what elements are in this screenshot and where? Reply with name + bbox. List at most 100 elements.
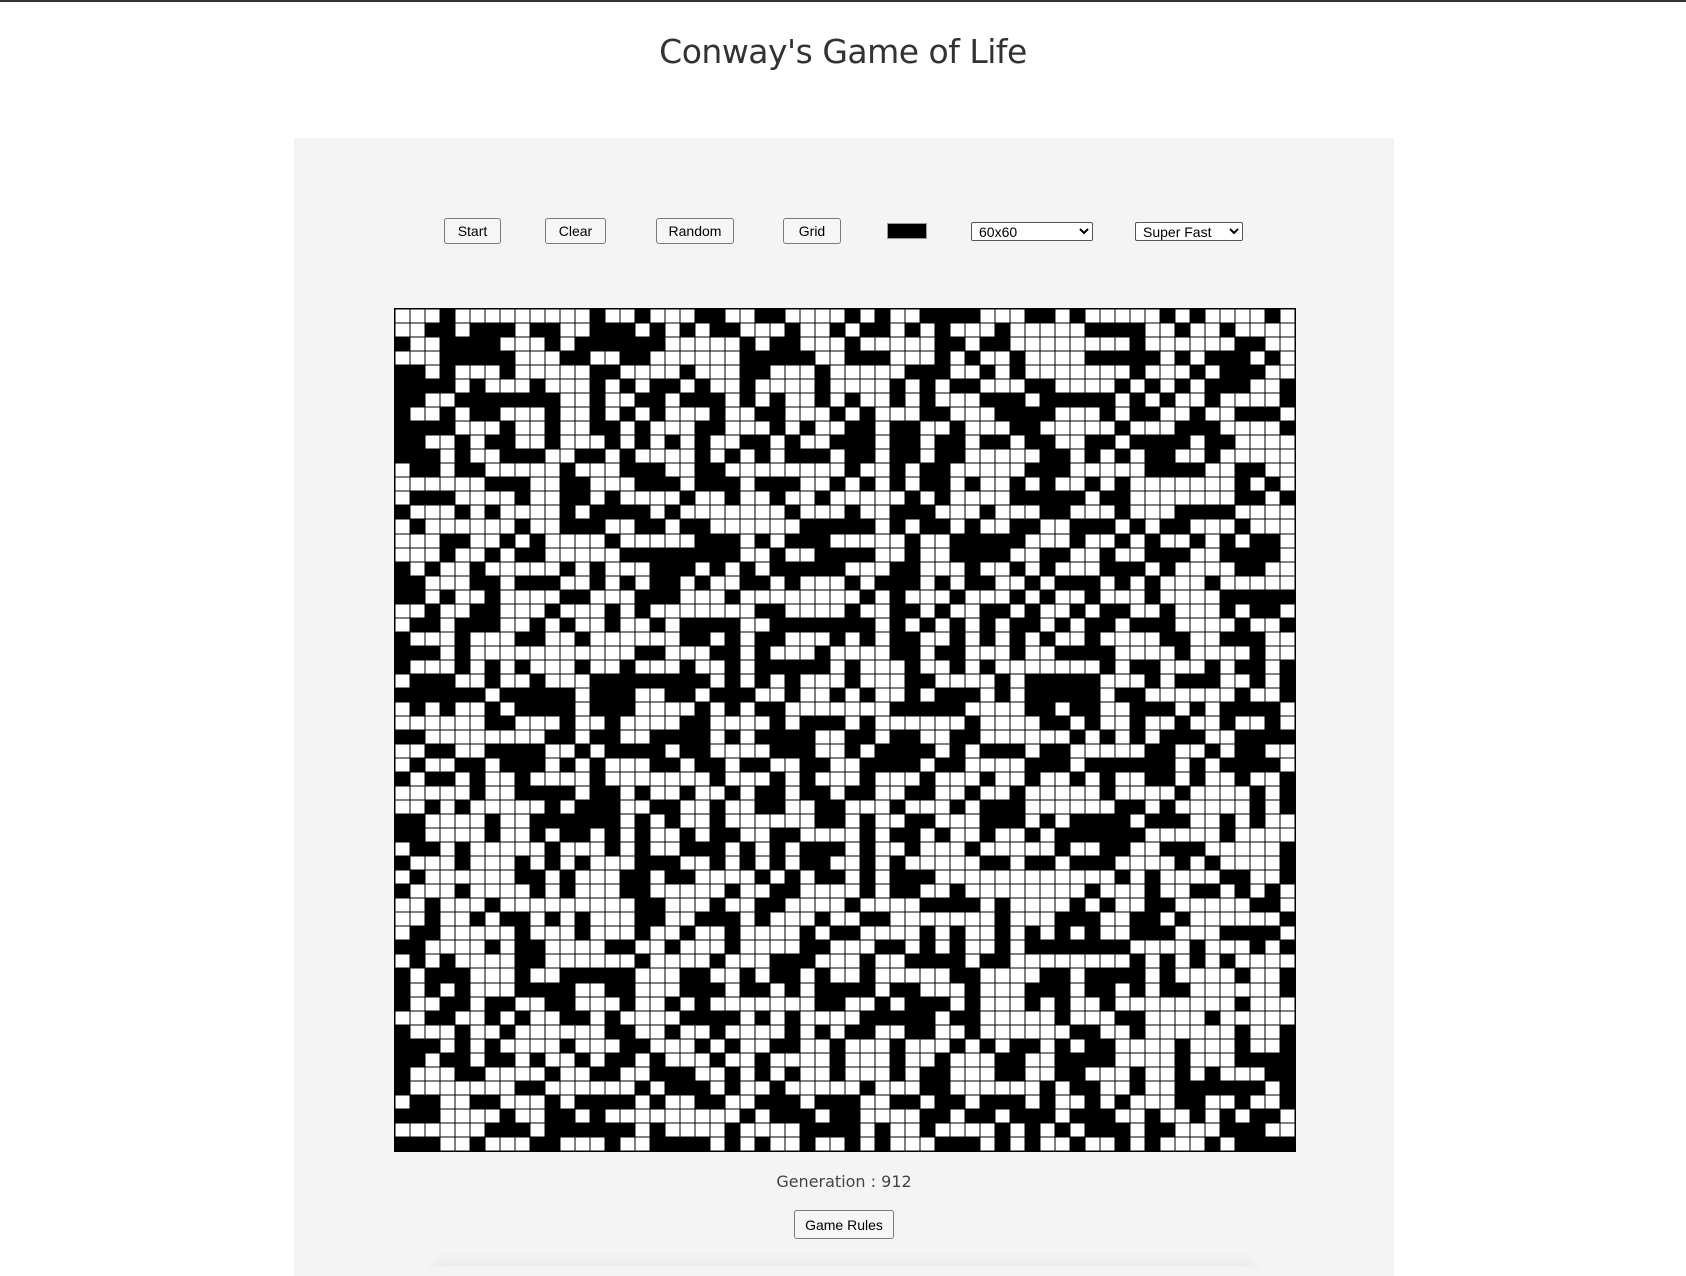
board-cell[interactable] <box>440 1080 455 1095</box>
board-cell[interactable] <box>830 421 845 436</box>
board-cell[interactable] <box>530 337 545 352</box>
board-cell[interactable] <box>665 533 680 548</box>
board-cell[interactable] <box>695 659 710 674</box>
board-cell[interactable] <box>1280 772 1295 787</box>
board-cell[interactable] <box>1250 1136 1265 1151</box>
board-cell[interactable] <box>1250 463 1265 478</box>
board-cell[interactable] <box>860 603 875 618</box>
board-cell[interactable] <box>950 786 965 801</box>
board-cell[interactable] <box>935 491 950 506</box>
board-cell[interactable] <box>860 435 875 450</box>
board-cell[interactable] <box>950 393 965 408</box>
board-cell[interactable] <box>995 884 1010 899</box>
board-cell[interactable] <box>1280 743 1295 758</box>
board-cell[interactable] <box>395 828 410 843</box>
board-cell[interactable] <box>470 758 485 773</box>
board-cell[interactable] <box>1115 701 1130 716</box>
board-cell[interactable] <box>455 337 470 352</box>
board-cell[interactable] <box>590 449 605 464</box>
board-cell[interactable] <box>1250 365 1265 380</box>
board-cell[interactable] <box>785 519 800 534</box>
board-cell[interactable] <box>620 421 635 436</box>
board-cell[interactable] <box>1085 926 1100 941</box>
board-cell[interactable] <box>485 575 500 590</box>
board-cell[interactable] <box>515 715 530 730</box>
board-cell[interactable] <box>905 1108 920 1123</box>
board-cell[interactable] <box>1055 393 1070 408</box>
board-cell[interactable] <box>515 982 530 997</box>
board-cell[interactable] <box>1085 575 1100 590</box>
board-cell[interactable] <box>1085 758 1100 773</box>
board-cell[interactable] <box>635 519 650 534</box>
board-cell[interactable] <box>650 575 665 590</box>
board-cell[interactable] <box>1115 645 1130 660</box>
board-cell[interactable] <box>545 351 560 366</box>
board-cell[interactable] <box>965 842 980 857</box>
board-cell[interactable] <box>950 505 965 520</box>
board-cell[interactable] <box>545 982 560 997</box>
board-cell[interactable] <box>590 463 605 478</box>
board-cell[interactable] <box>1220 603 1235 618</box>
board-cell[interactable] <box>545 561 560 576</box>
board-cell[interactable] <box>1100 645 1115 660</box>
board-cell[interactable] <box>770 365 785 380</box>
board-cell[interactable] <box>785 814 800 829</box>
board-cell[interactable] <box>980 1038 995 1053</box>
board-cell[interactable] <box>1220 463 1235 478</box>
board-cell[interactable] <box>440 393 455 408</box>
board-cell[interactable] <box>605 323 620 338</box>
board-cell[interactable] <box>1085 617 1100 632</box>
board-cell[interactable] <box>725 1108 740 1123</box>
board-cell[interactable] <box>995 715 1010 730</box>
board-cell[interactable] <box>470 701 485 716</box>
board-cell[interactable] <box>665 323 680 338</box>
board-cell[interactable] <box>920 589 935 604</box>
board-cell[interactable] <box>1115 1066 1130 1081</box>
board-cell[interactable] <box>1130 659 1145 674</box>
board-cell[interactable] <box>995 631 1010 646</box>
board-cell[interactable] <box>1145 407 1160 422</box>
board-cell[interactable] <box>995 463 1010 478</box>
board-cell[interactable] <box>1280 926 1295 941</box>
board-cell[interactable] <box>755 379 770 394</box>
board-cell[interactable] <box>1265 856 1280 871</box>
board-cell[interactable] <box>980 393 995 408</box>
board-cell[interactable] <box>1130 575 1145 590</box>
board-cell[interactable] <box>875 575 890 590</box>
board-cell[interactable] <box>905 379 920 394</box>
board-cell[interactable] <box>965 407 980 422</box>
board-cell[interactable] <box>740 491 755 506</box>
board-cell[interactable] <box>1175 519 1190 534</box>
board-cell[interactable] <box>455 309 470 324</box>
board-cell[interactable] <box>1040 814 1055 829</box>
board-cell[interactable] <box>620 856 635 871</box>
board-cell[interactable] <box>1025 1080 1040 1095</box>
board-cell[interactable] <box>650 1094 665 1109</box>
board-cell[interactable] <box>695 645 710 660</box>
board-cell[interactable] <box>1040 1136 1055 1151</box>
board-cell[interactable] <box>710 1080 725 1095</box>
board-cell[interactable] <box>650 393 665 408</box>
board-cell[interactable] <box>1025 772 1040 787</box>
board-cell[interactable] <box>425 743 440 758</box>
board-cell[interactable] <box>1250 687 1265 702</box>
board-cell[interactable] <box>395 898 410 913</box>
board-cell[interactable] <box>440 884 455 899</box>
board-cell[interactable] <box>1115 687 1130 702</box>
board-cell[interactable] <box>1160 842 1175 857</box>
board-cell[interactable] <box>1130 1038 1145 1053</box>
board-cell[interactable] <box>1100 421 1115 436</box>
board-cell[interactable] <box>395 631 410 646</box>
board-cell[interactable] <box>635 1010 650 1025</box>
board-cell[interactable] <box>1115 547 1130 562</box>
board-cell[interactable] <box>650 715 665 730</box>
board-cell[interactable] <box>1235 463 1250 478</box>
board-cell[interactable] <box>695 589 710 604</box>
board-cell[interactable] <box>1205 659 1220 674</box>
board-cell[interactable] <box>1175 968 1190 983</box>
board-cell[interactable] <box>695 323 710 338</box>
board-cell[interactable] <box>980 926 995 941</box>
board-cell[interactable] <box>905 1094 920 1109</box>
board-cell[interactable] <box>935 351 950 366</box>
board-cell[interactable] <box>1130 351 1145 366</box>
